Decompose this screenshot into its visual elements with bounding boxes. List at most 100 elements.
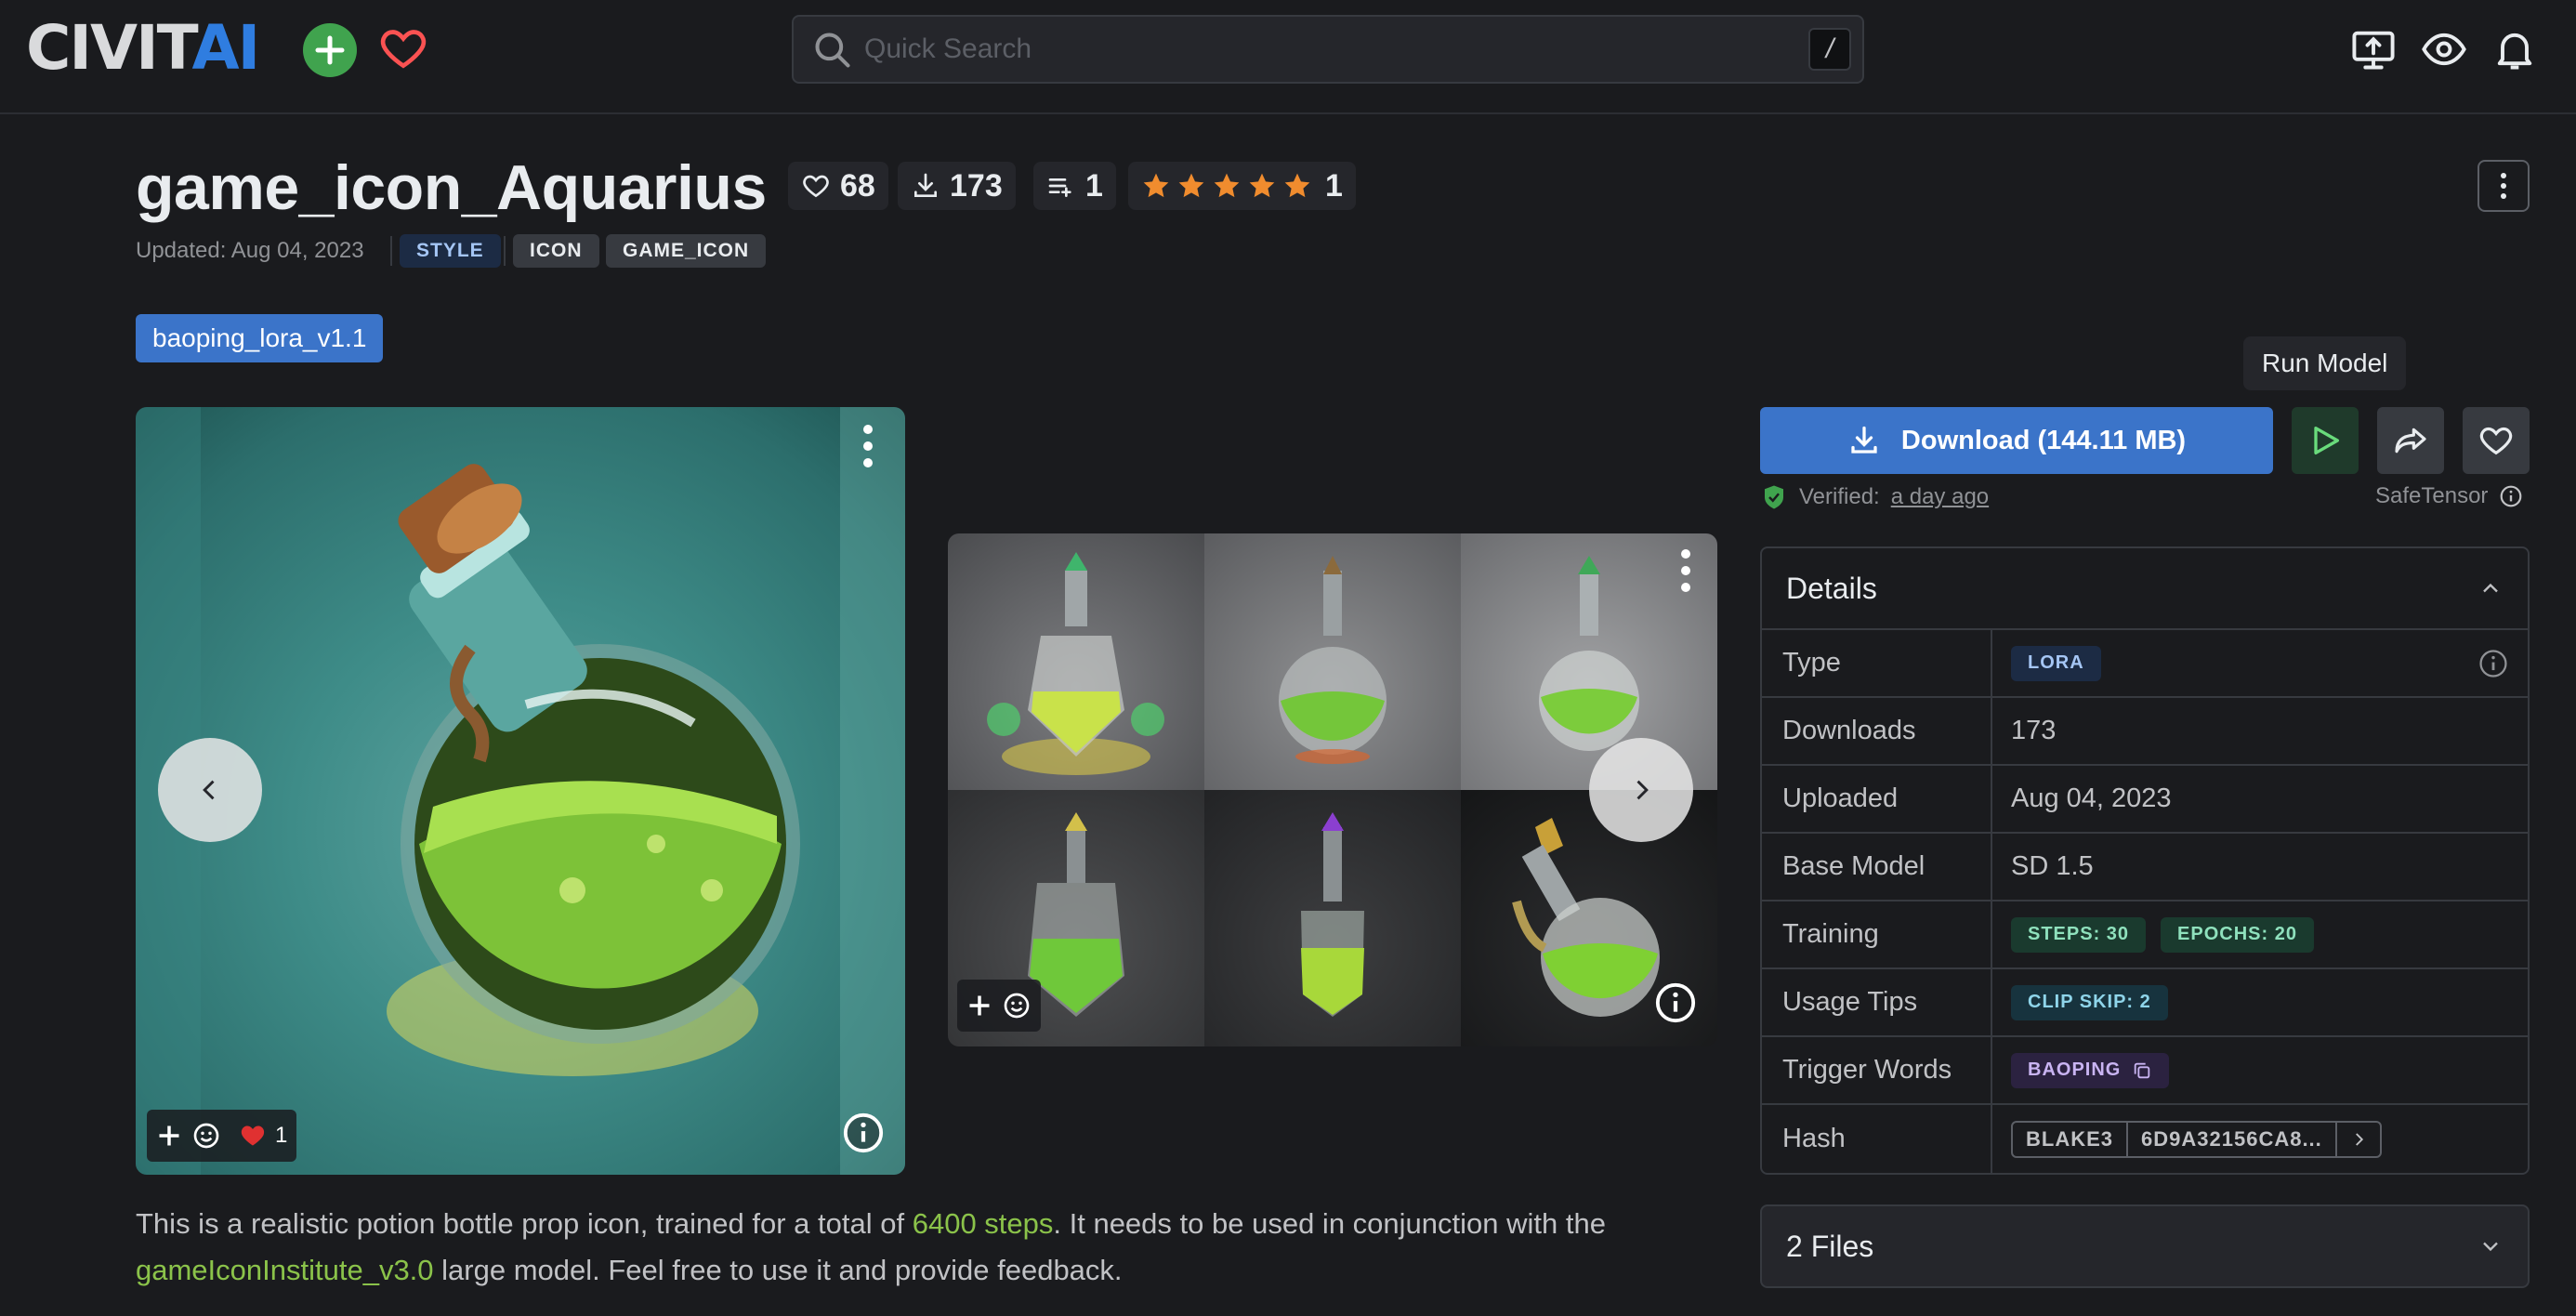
detail-key: Type	[1762, 630, 1992, 696]
safetensor-label: SafeTensor	[2375, 483, 2489, 508]
rating-stars	[1141, 171, 1312, 201]
image-info-icon[interactable]	[1654, 981, 1697, 1024]
civitai-logo[interactable]: CIVITAI	[26, 18, 286, 79]
files-accordion[interactable]: 2 Files	[1760, 1204, 2530, 1288]
clip-skip-badge: CLIP SKIP: 2	[2011, 984, 2168, 1020]
run-model-tooltip: Run Model	[2243, 336, 2407, 390]
download-label: Download (144.11 MB)	[1900, 425, 2187, 455]
info-icon[interactable]	[2477, 648, 2509, 679]
image-info-icon[interactable]	[842, 1112, 885, 1154]
verified-status: Verified: a day ago	[1760, 483, 1989, 511]
hash-value[interactable]: 6D9A32156CA8...	[2126, 1122, 2337, 1156]
reaction-bar[interactable]: 1	[147, 1110, 297, 1162]
search-input[interactable]	[864, 17, 1756, 82]
details-header[interactable]: Details	[1762, 548, 2528, 630]
detail-row-base-model: Base Model SD 1.5	[1762, 834, 2528, 901]
info-icon[interactable]	[2499, 484, 2523, 508]
chevron-up-icon[interactable]	[2477, 575, 2504, 601]
type-badge: LORA	[2011, 645, 2101, 681]
tag-style[interactable]: STYLE	[400, 234, 501, 268]
downloads-count: 173	[950, 167, 1003, 204]
detail-value: SD 1.5	[2011, 851, 2094, 881]
grid-cell	[948, 533, 1204, 790]
divider	[390, 236, 392, 266]
desc-text: large model. Feel free to use it and pro…	[433, 1254, 1123, 1286]
detail-row-usage-tips: Usage Tips CLIP SKIP: 2	[1762, 969, 2528, 1037]
verified-label: Verified:	[1799, 484, 1880, 509]
image-menu-icon[interactable]	[861, 424, 875, 468]
share-button[interactable]	[2377, 407, 2444, 474]
detail-row-hash: Hash BLAKE3 6D9A32156CA8...	[1762, 1105, 2528, 1173]
dots-vertical-icon	[2501, 173, 2506, 199]
trigger-word-badge[interactable]: BAOPING	[2011, 1052, 2170, 1088]
hash-next-button[interactable]	[2337, 1123, 2380, 1156]
add-reaction-plus-icon[interactable]	[966, 993, 992, 1019]
reaction-count: 1	[275, 1123, 288, 1148]
detail-row-uploaded: Uploaded Aug 04, 2023	[1762, 766, 2528, 834]
base-model-link[interactable]: gameIconInstitute_v3.0	[136, 1254, 434, 1286]
monitor-upload-icon[interactable]	[2349, 25, 2398, 73]
star-icon	[1178, 173, 1204, 198]
steps-link[interactable]: 6400 steps	[913, 1207, 1054, 1240]
chevron-left-icon	[203, 780, 215, 800]
trigger-word: BAOPING	[2028, 1059, 2122, 1080]
bell-icon[interactable]	[2491, 25, 2539, 73]
detail-row-trigger-words: Trigger Words BAOPING	[1762, 1037, 2528, 1105]
image-menu-icon[interactable]	[1678, 548, 1693, 593]
downloads-stat: 173	[898, 162, 1016, 210]
detail-key: Downloads	[1762, 698, 1992, 764]
grid-cell	[1204, 533, 1461, 790]
model-more-button[interactable]	[2477, 160, 2530, 212]
tag-icon[interactable]: ICON	[513, 234, 599, 268]
playlist-add-icon	[1048, 178, 1071, 197]
hash-box[interactable]: BLAKE3 6D9A32156CA8...	[2011, 1120, 2382, 1158]
chevron-down-icon[interactable]	[2477, 1233, 2504, 1259]
model-description: This is a realistic potion bottle prop i…	[136, 1201, 1734, 1294]
prev-image-button[interactable]	[158, 738, 262, 842]
verified-time-link[interactable]: a day ago	[1891, 484, 1989, 510]
reaction-bar[interactable]	[957, 980, 1041, 1032]
star-icon	[1284, 173, 1310, 198]
collections-count: 1	[1085, 167, 1103, 204]
star-icon	[1249, 173, 1275, 198]
likes-count: 68	[840, 167, 875, 204]
search-shortcut-key: /	[1808, 28, 1851, 71]
divider	[504, 236, 506, 266]
eye-icon[interactable]	[2420, 25, 2468, 73]
detail-row-type: Type LORA	[1762, 630, 2528, 698]
rating-stat[interactable]: 1	[1128, 162, 1356, 210]
copy-icon[interactable]	[2132, 1060, 2152, 1081]
next-image-button[interactable]	[1589, 738, 1693, 842]
main-gallery-image[interactable]: 1	[136, 407, 905, 1175]
run-model-button[interactable]	[2292, 407, 2359, 474]
likes-stat[interactable]: 68	[788, 162, 888, 210]
epochs-badge: EPOCHS: 20	[2161, 916, 2314, 953]
red-heart-icon[interactable]	[240, 1123, 266, 1149]
hash-algorithm[interactable]: BLAKE3	[2013, 1123, 2126, 1156]
download-button[interactable]: Download (144.11 MB)	[1760, 407, 2273, 474]
detail-key: Base Model	[1762, 834, 1992, 900]
rating-count: 1	[1325, 167, 1343, 204]
heart-icon	[2479, 427, 2513, 455]
tag-game-icon[interactable]: GAME_ICON	[606, 234, 767, 268]
chevron-right-icon	[2355, 1132, 2363, 1146]
smiley-icon[interactable]	[1002, 991, 1032, 1020]
add-reaction-plus-icon[interactable]	[156, 1123, 182, 1149]
logo-civit-text: CIVIT	[26, 12, 194, 84]
collections-stat[interactable]: 1	[1033, 162, 1116, 210]
detail-key: Trigger Words	[1762, 1037, 1992, 1103]
detail-row-training: Training STEPS: 30 EPOCHS: 20	[1762, 901, 2528, 969]
detail-row-downloads: Downloads 173	[1762, 698, 2528, 766]
support-heart-icon[interactable]	[377, 22, 429, 74]
favorite-button[interactable]	[2463, 407, 2530, 474]
download-icon	[1851, 426, 1877, 454]
create-plus-icon[interactable]	[303, 23, 357, 77]
steps-badge: STEPS: 30	[2011, 916, 2147, 953]
quick-search[interactable]: /	[792, 15, 1864, 84]
smiley-icon[interactable]	[191, 1121, 221, 1151]
desc-text: . It needs to be used in conjunction wit…	[1053, 1207, 1606, 1240]
secondary-gallery-image[interactable]	[948, 533, 1717, 1046]
star-icon	[1143, 173, 1169, 198]
version-button[interactable]: baoping_lora_v1.1	[136, 314, 384, 362]
top-header: CIVITAI /	[0, 0, 2576, 114]
